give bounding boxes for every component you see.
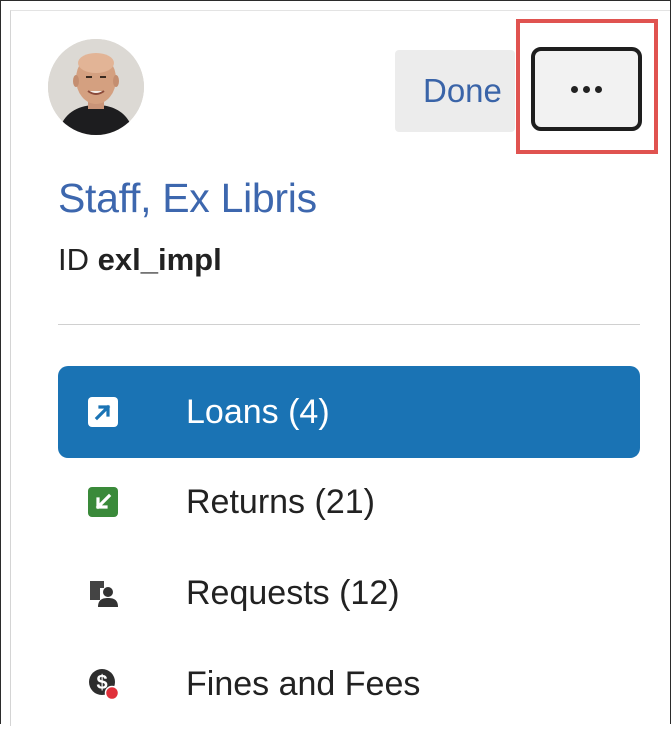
nav-item-fines[interactable]: $ Fines and Fees — [58, 638, 640, 730]
ellipsis-icon — [571, 85, 602, 93]
fines-dollar-icon: $ — [88, 669, 118, 701]
more-actions-button[interactable] — [531, 47, 642, 131]
loan-arrow-icon — [88, 397, 118, 427]
patron-name[interactable]: Staff, Ex Libris — [58, 175, 317, 222]
avatar — [48, 39, 144, 135]
divider — [58, 324, 640, 325]
patron-id-value: exl_impl — [97, 242, 222, 277]
nav-item-label: Returns (21) — [186, 482, 375, 521]
return-arrow-icon — [88, 487, 118, 517]
nav-item-label: Requests (12) — [186, 573, 400, 612]
nav-item-requests[interactable]: Requests (12) — [58, 547, 640, 639]
patron-id: ID exl_impl — [58, 242, 222, 278]
nav-item-returns[interactable]: Returns (21) — [58, 456, 640, 548]
done-button[interactable]: Done — [395, 50, 515, 132]
requests-person-icon — [88, 578, 118, 608]
nav-item-label: Fines and Fees — [186, 664, 421, 703]
avatar-photo — [48, 39, 144, 135]
nav-item-label: Loans (4) — [186, 392, 330, 431]
nav-item-loans[interactable]: Loans (4) — [58, 366, 640, 458]
patron-id-label: ID — [58, 242, 89, 277]
